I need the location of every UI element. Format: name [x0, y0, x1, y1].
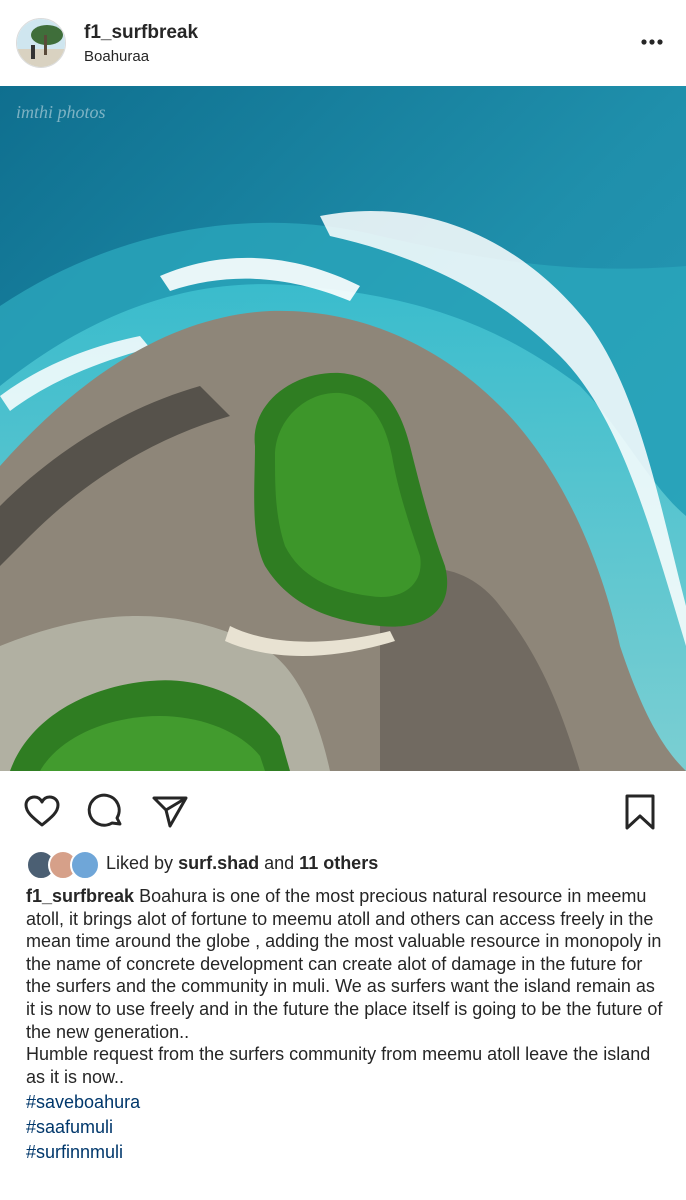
bookmark-icon[interactable] — [620, 792, 660, 832]
likes-conjunction: and — [264, 853, 295, 873]
post-header: f1_surfbreak Boahuraa — [0, 0, 686, 86]
liker-username[interactable]: surf.shad — [178, 853, 259, 873]
heart-icon[interactable] — [22, 792, 62, 832]
liker-avatars — [26, 850, 106, 880]
post-caption: f1_surfbreak Boahura is one of the most … — [26, 885, 666, 1165]
more-options-icon[interactable] — [638, 30, 666, 54]
action-bar — [0, 780, 686, 840]
hashtag-link[interactable]: #saafumuli — [26, 1115, 666, 1140]
comment-icon[interactable] — [86, 792, 126, 832]
caption-author[interactable]: f1_surfbreak — [26, 886, 134, 906]
location-link[interactable]: Boahuraa — [84, 48, 149, 65]
caption-paragraph-2: Humble request from the surfers communit… — [26, 1044, 651, 1087]
liker-avatar — [70, 850, 100, 880]
likes-others[interactable]: 11 others — [299, 853, 378, 873]
likes-text: Liked by surf.shad and 11 others — [106, 853, 378, 874]
caption-paragraph-1: f1_surfbreak Boahura is one of the most … — [26, 885, 666, 1043]
hashtag-link[interactable]: #surfinnmuli — [26, 1140, 666, 1165]
username[interactable]: f1_surfbreak — [84, 22, 198, 44]
watermark: imthi photos — [16, 102, 106, 122]
likes-summary[interactable]: Liked by surf.shad and 11 others — [26, 850, 666, 880]
hashtag-list: #saveboahura #saafumuli #surfinnmuli — [26, 1090, 666, 1165]
share-icon[interactable] — [150, 792, 190, 832]
post-photo[interactable]: imthi photos — [0, 86, 686, 771]
hashtag-link[interactable]: #saveboahura — [26, 1090, 666, 1115]
likes-prefix: Liked by — [106, 853, 174, 873]
caption-text-1: Boahura is one of the most precious natu… — [26, 886, 663, 1042]
profile-avatar[interactable] — [16, 18, 66, 68]
